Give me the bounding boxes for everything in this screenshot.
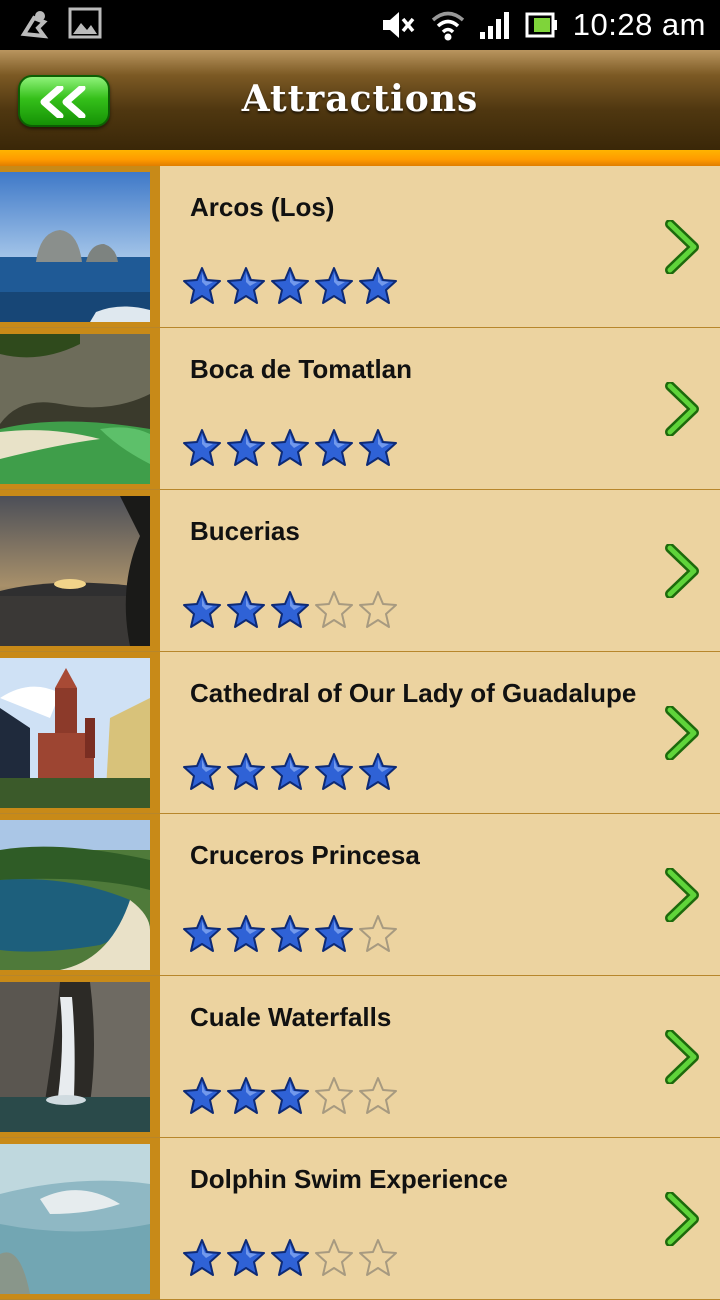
star-filled-icon — [314, 752, 354, 797]
attraction-title: Cruceros Princesa — [190, 840, 420, 870]
star-filled-icon — [182, 914, 222, 959]
star-filled-icon — [358, 428, 398, 473]
thumbnail-frame — [0, 1138, 160, 1299]
star-filled-icon — [358, 266, 398, 311]
page-title: Attractions — [241, 78, 479, 120]
header-divider — [0, 150, 720, 166]
thumbnail-image — [0, 820, 150, 970]
list-item[interactable]: Arcos (Los) — [0, 166, 720, 328]
thumbnail-image — [0, 1144, 150, 1294]
star-filled-icon — [226, 752, 266, 797]
thumbnail-frame — [0, 652, 160, 813]
chevron-right-icon[interactable] — [664, 219, 700, 279]
star-filled-icon — [182, 590, 222, 635]
star-rating — [182, 752, 398, 797]
clock: 10:28 am — [572, 7, 706, 42]
image-icon — [68, 6, 102, 44]
star-rating — [182, 914, 398, 959]
star-filled-icon — [226, 266, 266, 311]
star-filled-icon — [226, 1076, 266, 1121]
list-item[interactable]: Dolphin Swim Experience — [0, 1138, 720, 1300]
star-empty-icon — [314, 590, 354, 635]
star-filled-icon — [226, 914, 266, 959]
mute-icon — [381, 10, 417, 40]
attraction-title: Cathedral of Our Lady of Guadalupe — [190, 678, 637, 708]
chevron-right-icon[interactable] — [664, 705, 700, 765]
chevron-right-icon[interactable] — [664, 1191, 700, 1251]
thumbnail-image — [0, 334, 150, 484]
star-rating — [182, 1238, 398, 1283]
star-filled-icon — [270, 752, 310, 797]
app-header: Attractions — [0, 50, 720, 150]
chevron-right-icon[interactable] — [664, 381, 700, 441]
attraction-title: Boca de Tomatlan — [190, 354, 413, 384]
chevron-right-icon[interactable] — [664, 867, 700, 927]
star-filled-icon — [314, 914, 354, 959]
star-filled-icon — [314, 266, 354, 311]
star-filled-icon — [182, 752, 222, 797]
thumbnail-frame — [0, 490, 160, 651]
star-rating — [182, 1076, 398, 1121]
star-filled-icon — [182, 266, 222, 311]
list-item[interactable]: Boca de Tomatlan — [0, 328, 720, 490]
star-filled-icon — [358, 752, 398, 797]
star-filled-icon — [270, 590, 310, 635]
usb-debug-icon — [14, 6, 54, 44]
star-filled-icon — [182, 1076, 222, 1121]
thumbnail-image — [0, 658, 150, 808]
star-filled-icon — [314, 428, 354, 473]
attraction-title: Dolphin Swim Experience — [190, 1164, 508, 1194]
thumbnail-frame — [0, 976, 160, 1137]
star-rating — [182, 428, 398, 473]
thumbnail-image — [0, 172, 150, 322]
thumbnail-image — [0, 496, 150, 646]
star-filled-icon — [226, 1238, 266, 1283]
star-filled-icon — [270, 1076, 310, 1121]
star-empty-icon — [314, 1238, 354, 1283]
signal-icon — [479, 10, 511, 40]
star-filled-icon — [270, 428, 310, 473]
list-item[interactable]: Cathedral of Our Lady of Guadalupe — [0, 652, 720, 814]
status-bar: 10:28 am — [0, 0, 720, 50]
thumbnail-frame — [0, 814, 160, 975]
star-filled-icon — [226, 590, 266, 635]
star-empty-icon — [314, 1076, 354, 1121]
star-empty-icon — [358, 914, 398, 959]
star-filled-icon — [270, 1238, 310, 1283]
star-filled-icon — [270, 914, 310, 959]
attractions-list: Arcos (Los) Boca de Tomatlan Bucerias Cathe… — [0, 166, 720, 1300]
list-item[interactable]: Cruceros Princesa — [0, 814, 720, 976]
star-filled-icon — [182, 428, 222, 473]
thumbnail-image — [0, 982, 150, 1132]
star-empty-icon — [358, 1238, 398, 1283]
star-filled-icon — [270, 266, 310, 311]
attraction-title: Bucerias — [190, 516, 300, 546]
battery-icon — [525, 12, 559, 38]
attraction-title: Arcos (Los) — [190, 192, 335, 222]
star-filled-icon — [182, 1238, 222, 1283]
attraction-title: Cuale Waterfalls — [190, 1002, 392, 1032]
star-empty-icon — [358, 590, 398, 635]
star-filled-icon — [226, 428, 266, 473]
wifi-icon — [431, 9, 465, 41]
thumbnail-frame — [0, 166, 160, 327]
chevron-right-icon[interactable] — [664, 543, 700, 603]
list-item[interactable]: Cuale Waterfalls — [0, 976, 720, 1138]
star-empty-icon — [358, 1076, 398, 1121]
star-rating — [182, 266, 398, 311]
list-item[interactable]: Bucerias — [0, 490, 720, 652]
star-rating — [182, 590, 398, 635]
chevron-right-icon[interactable] — [664, 1029, 700, 1089]
thumbnail-frame — [0, 328, 160, 489]
